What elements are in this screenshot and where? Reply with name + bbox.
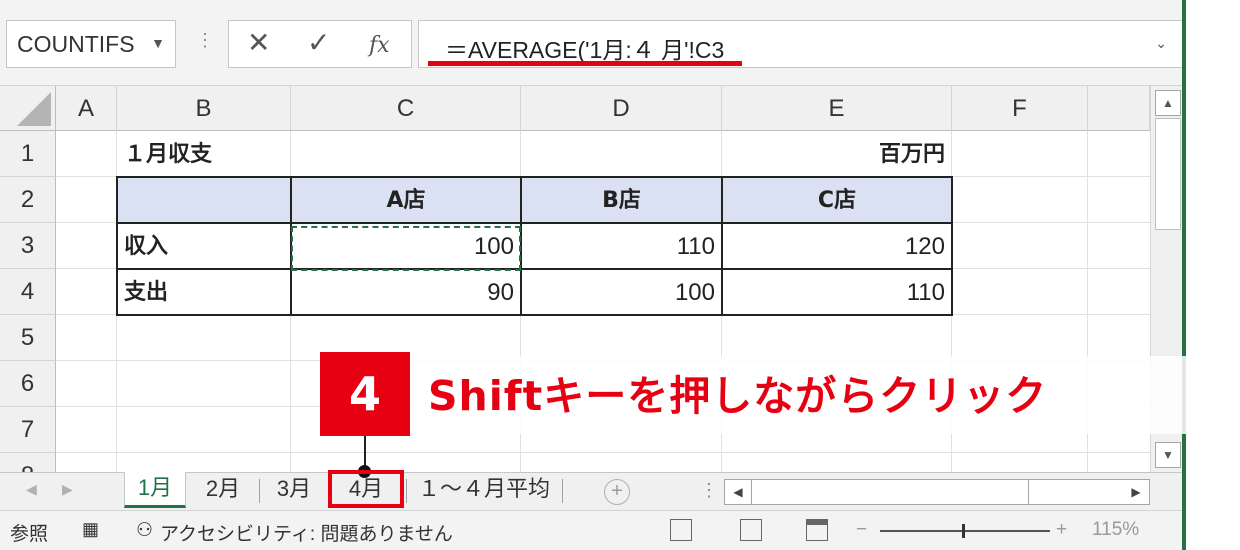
formula-buttons: ✕ ✓ fx [228,20,412,68]
insert-function-icon[interactable]: fx [369,30,390,62]
chevron-down-icon[interactable]: ▼ [151,35,165,51]
row-header-8[interactable]: 8 [0,453,56,472]
cell-e4-value[interactable]: 110 [722,270,952,316]
drag-handle-icon[interactable]: ⋮ [700,480,718,501]
tab-highlight-box [328,470,404,508]
row-header-4[interactable]: 4 [0,269,56,315]
cell-d3-value[interactable]: 110 [521,224,722,270]
cell-e3-value[interactable]: 120 [722,224,952,270]
cell-e1-unit[interactable]: 百万円 [722,132,952,178]
zoom-in-button[interactable]: + [1056,519,1067,541]
sheet-tab-bar: ◀ ▶ 1月 2月 3月 4月 １～４月平均 + ⋮ ◀ ▶ [0,472,1184,510]
column-header-c[interactable]: C [291,86,521,131]
callout-text: Shiftキーを押しながらクリック [428,372,1048,420]
page-layout-view-icon[interactable] [740,519,762,541]
page-break-view-icon[interactable] [806,519,828,541]
scroll-right-icon[interactable]: ▶ [1123,480,1149,504]
enter-icon[interactable]: ✓ [307,27,330,59]
column-header-g[interactable] [1088,86,1150,131]
cell-e2-header[interactable]: C店 [722,178,952,224]
tab-sheet-2[interactable]: 2月 [188,473,258,507]
horizontal-scrollbar[interactable]: ◀ ▶ [724,479,1150,505]
formula-text: ＝AVERAGE('1月:４ 月'!C3 [445,37,725,63]
name-box-value: COUNTIFS [17,31,135,57]
status-mode: 参照 [10,524,49,545]
row-header-3[interactable]: 3 [0,223,56,269]
column-header-d[interactable]: D [521,86,722,131]
accessibility-status[interactable]: アクセシビリティ: 問題ありません [160,519,453,546]
column-header-e[interactable]: E [722,86,952,131]
scroll-up-icon[interactable]: ▲ [1155,90,1181,116]
cell-b3-label[interactable]: 収入 [117,224,291,270]
drag-handle-icon[interactable]: ⋮ [196,31,214,49]
cancel-icon[interactable]: ✕ [247,27,270,59]
column-header-b[interactable]: B [117,86,291,131]
cell-c2-header[interactable]: A店 [291,178,521,224]
name-box[interactable]: COUNTIFS ▼ [6,20,176,68]
scroll-thumb[interactable] [1155,118,1181,230]
zoom-slider-thumb[interactable] [962,524,965,538]
select-all-button[interactable] [0,86,56,131]
zoom-out-button[interactable]: − [856,519,867,541]
cell-c4-value[interactable]: 90 [291,270,521,316]
tab-scroll-left-icon[interactable]: ◀ [26,481,37,498]
row-header-1[interactable]: 1 [0,131,56,177]
column-header-f[interactable]: F [952,86,1088,131]
cell-d2-header[interactable]: B店 [521,178,722,224]
status-bar: 参照 ▦ ⚇ アクセシビリティ: 問題ありません − + 115% [0,510,1184,550]
formula-underline [428,61,742,66]
zoom-slider[interactable] [880,530,1050,532]
add-sheet-icon[interactable]: + [604,479,630,505]
accessibility-icon[interactable]: ⚇ [136,519,153,542]
cell-b4-label[interactable]: 支出 [117,270,291,316]
cell-b1-title[interactable]: １月収支 [117,132,291,178]
scroll-down-icon[interactable]: ▼ [1155,442,1181,468]
scroll-thumb[interactable] [751,480,1029,504]
normal-view-icon[interactable] [670,519,692,541]
row-header-6[interactable]: 6 [0,361,56,407]
column-header-a[interactable]: A [56,86,117,131]
tab-scroll-right-icon[interactable]: ▶ [62,481,73,498]
cell-d4-value[interactable]: 100 [521,270,722,316]
expand-formula-bar-icon[interactable]: ⌄ [1155,35,1167,52]
window-border [1182,0,1186,550]
step-number-badge: 4 [320,352,410,436]
macro-icon[interactable]: ▦ [82,519,99,540]
tab-sheet-average[interactable]: １～４月平均 [408,473,560,507]
copy-marquee-c3 [291,226,521,271]
scroll-left-icon[interactable]: ◀ [725,480,751,504]
formula-bar: COUNTIFS ▼ ⋮ ✕ ✓ fx ＝AVERAGE('1月:４ 月'!C3… [0,0,1184,86]
zoom-level[interactable]: 115% [1092,519,1139,541]
row-header-5[interactable]: 5 [0,315,56,361]
tab-sheet-1[interactable]: 1月 [124,472,186,508]
row-header-7[interactable]: 7 [0,407,56,453]
tab-sheet-3[interactable]: 3月 [260,473,328,507]
row-header-2[interactable]: 2 [0,177,56,223]
